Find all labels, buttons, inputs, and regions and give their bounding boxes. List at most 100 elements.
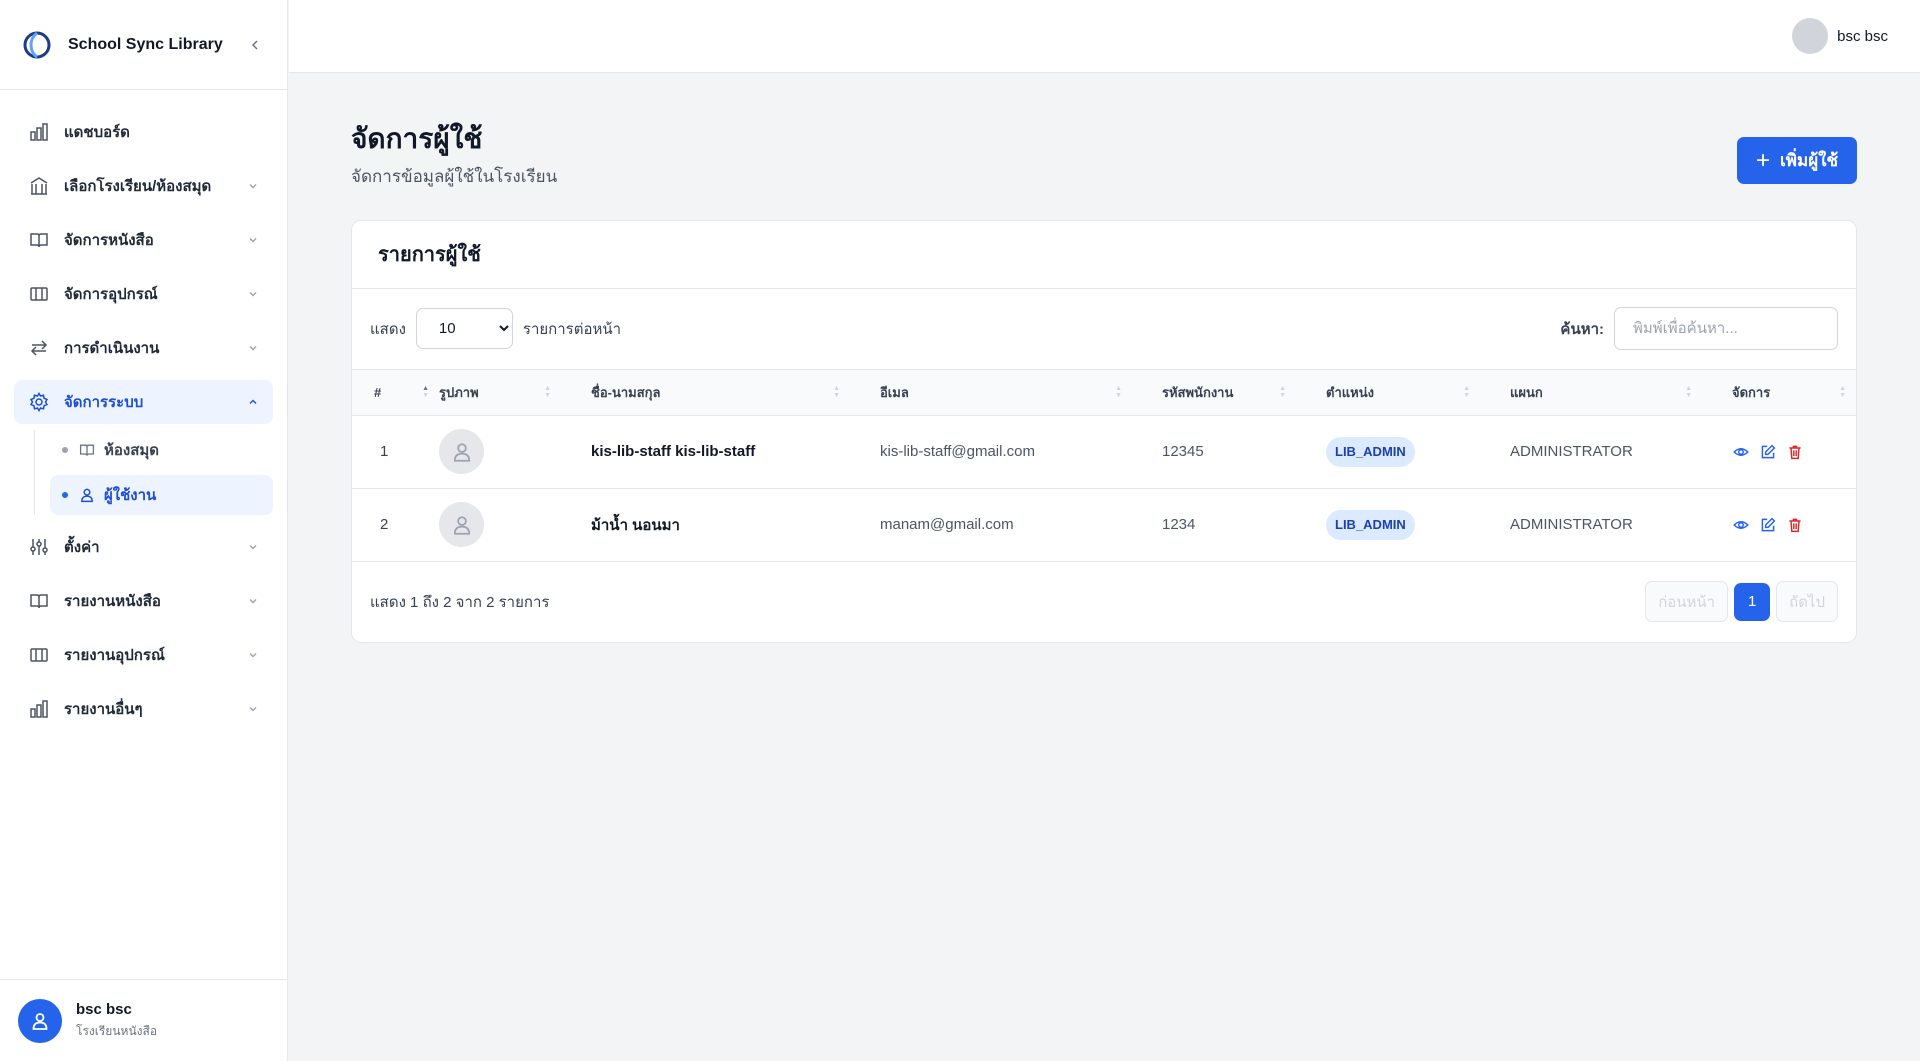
column-header-label: ชื่อ-นามสกุล [591,384,661,400]
search-input[interactable] [1614,307,1838,351]
sidebar-item-manage-books[interactable]: จัดการหนังสือ [14,218,273,262]
add-user-button-label: เพิ่มผู้ใช้ [1779,151,1838,170]
page-subtitle: จัดการข้อมูลผู้ใช้ในโรงเรียน [351,166,558,186]
previous-page-button[interactable]: ก่อนหน้า [1645,581,1729,623]
user-icon [32,1012,48,1030]
sidebar-item-label: แดชบอร์ด [64,124,130,141]
page-number-button[interactable]: 1 [1734,582,1771,621]
sidebar-item-label: การดำเนินงาน [64,340,160,357]
sidebar-user-name: bsc bsc [76,1000,132,1018]
sidebar-item-book-reports[interactable]: รายงานหนังสือ [14,579,273,623]
pagination-info: แสดง 1 ถึง 2 จาก 2 รายการ [370,593,550,611]
table-row: 1 kis-lib-staff kis-lib-staff kis-lib-st… [352,415,1856,489]
card-header: รายการผู้ใช้ [352,221,1856,289]
cell-email: manam@gmail.com [880,516,1014,534]
view-icon[interactable] [1732,516,1749,533]
column-header-label: แผนก [1510,384,1543,400]
sort-icon: ▲ ▼ [1463,385,1470,400]
cell-name: kis-lib-staff kis-lib-staff [591,443,756,461]
sidebar-item-manage-equipment[interactable]: จัดการอุปกรณ์ [14,272,273,316]
avatar [18,998,62,1043]
sort-icon: ▲ ▼ [1839,385,1846,400]
collapse-sidebar-button[interactable] [245,35,265,55]
cell-actions [1702,488,1856,561]
column-header-department[interactable]: แผนก ▲ ▼ [1480,369,1702,415]
next-page-button[interactable]: ถัดไป [1776,581,1838,623]
sidebar-item-label: รายงานอื่นๆ [64,701,143,718]
column-header-actions[interactable]: จัดการ ▲ ▼ [1702,369,1856,415]
search-control: ค้นหา: [1560,307,1838,351]
sort-icon: ▲ ▼ [544,385,551,400]
cell-photo [439,415,561,488]
cell-index: 2 [380,516,389,534]
sidebar-item-dashboard[interactable]: แดชบอร์ด [14,110,273,154]
sidebar-user-panel[interactable]: bsc bsc โรงเรียนหนังสือ [0,979,288,1061]
user-icon [78,486,96,504]
page-size-select[interactable]: 10 [415,308,513,350]
role-badge: LIB_ADMIN [1326,509,1415,540]
sidebar-item-equipment-reports[interactable]: รายงานอุปกรณ์ [14,633,273,677]
column-header-name[interactable]: ชื่อ-นามสกุล ▲ ▼ [561,369,850,415]
cell-role: LIB_ADMIN [1296,415,1480,488]
sidebar-item-operations[interactable]: การดำเนินงาน [14,326,273,370]
avatar [1792,18,1829,54]
chevron-down-icon [245,539,261,555]
users-table: # ▲ ▼ รูปภาพ ▲ ▼ ชื่อ-นามสกุล ▲ ▼ อีเมล ▲ ▼ รหัส… [352,369,1856,562]
sidebar-item-settings[interactable]: ตั้งค่า [14,525,273,569]
main-content: จัดการผู้ใช้ จัดการข้อมูลผู้ใช้ในโรงเรีย… [351,123,1857,643]
column-header-label: รหัสพนักงาน [1162,384,1234,400]
sidebar-subitem-label: ผู้ใช้งาน [104,487,157,504]
user-menu[interactable]: bsc bsc [1792,18,1888,54]
edit-icon[interactable] [1759,516,1776,533]
system-subnav: ห้องสมุด ผู้ใช้งาน [34,430,273,515]
trash-icon[interactable] [1786,516,1803,533]
sidebar-item-select-school[interactable]: เลือกโรงเรียน/ห้องสมุด [14,164,273,208]
brand: School Sync Library [0,0,287,90]
column-header-index[interactable]: # ▲ ▼ [352,369,439,415]
view-icon[interactable] [1732,443,1749,460]
sidebar-item-label: จัดการอุปกรณ์ [64,286,158,303]
sort-icon: ▲ ▼ [1685,385,1692,400]
column-header-employee-id[interactable]: รหัสพนักงาน ▲ ▼ [1132,369,1296,415]
brand-name: School Sync Library [68,35,223,53]
sidebar-item-label: จัดการระบบ [64,394,144,411]
table-row: 2 ม้าน้ำ นอนมา manam@gmail.com 1234 LIB_… [352,488,1856,562]
sort-icon: ▲ ▼ [1279,385,1286,400]
chevron-down-icon [245,178,261,194]
logo-icon [23,31,51,58]
sidebar-item-system[interactable]: จัดการระบบ [14,380,273,424]
role-badge: LIB_ADMIN [1326,436,1415,467]
add-user-button[interactable]: + เพิ่มผู้ใช้ [1736,137,1857,184]
chevron-down-icon [245,286,261,302]
sort-icon: ▲ ▼ [422,385,429,400]
column-header-label: อีเมล [880,384,909,400]
column-header-role[interactable]: ตำแหน่ง ▲ ▼ [1296,369,1480,415]
sidebar-item-label: จัดการหนังสือ [64,232,154,249]
cell-index: 1 [380,443,389,461]
pagination: ก่อนหน้า 1 ถัดไป [1645,581,1838,623]
sidebar-item-other-reports[interactable]: รายงานอื่นๆ [14,687,273,731]
bar-chart-icon [28,698,50,720]
page-size-control: แสดง 10 รายการต่อหน้า [370,308,622,350]
sort-icon: ▲ ▼ [833,385,840,400]
sidebar-subitem-library[interactable]: ห้องสมุด [50,430,273,470]
cell-department: ADMINISTRATOR [1510,516,1633,534]
sidebar-subitem-users[interactable]: ผู้ใช้งาน [50,475,273,515]
column-header-photo[interactable]: รูปภาพ ▲ ▼ [439,369,561,415]
edit-icon[interactable] [1759,443,1776,460]
bar-chart-icon [28,121,50,143]
sidebar-subitem-label: ห้องสมุด [104,442,160,459]
cell-employee-id: 12345 [1162,443,1204,461]
cell-email: kis-lib-staff@gmail.com [880,443,1035,461]
chevron-down-icon [245,340,261,356]
trash-icon[interactable] [1786,443,1803,460]
sliders-icon [28,536,50,558]
chevron-down-icon [245,647,261,663]
cell-photo [439,488,561,561]
per-page-label: รายการต่อหน้า [522,320,622,338]
table-footer: แสดง 1 ถึง 2 จาก 2 รายการ ก่อนหน้า 1 ถัด… [352,562,1856,642]
column-header-label: # [374,384,382,400]
column-header-email[interactable]: อีเมล ▲ ▼ [850,369,1132,415]
sidebar: School Sync Library แดชบอร์ด เลือกโรงเรี… [0,0,288,1061]
bullet-dot [62,492,68,498]
